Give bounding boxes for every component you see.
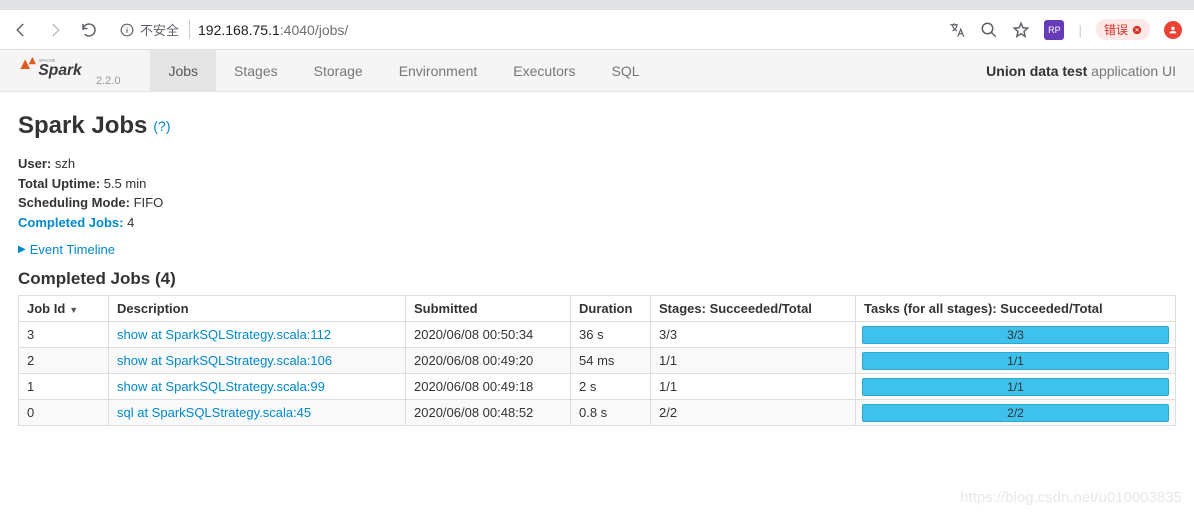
cell-stages: 1/1 xyxy=(651,348,856,374)
cell-submitted: 2020/06/08 00:49:18 xyxy=(406,374,571,400)
url-text: 192.168.75.1:4040/jobs/ xyxy=(198,22,348,38)
cell-stages: 3/3 xyxy=(651,322,856,348)
col-description[interactable]: Description xyxy=(109,296,406,322)
completed-jobs-heading: Completed Jobs (4) xyxy=(18,269,1176,289)
cell-job-id: 3 xyxy=(19,322,109,348)
cell-stages: 2/2 xyxy=(651,400,856,426)
help-link[interactable]: (?) xyxy=(153,118,170,134)
completed-jobs-table: Job Id▼ Description Submitted Duration S… xyxy=(18,295,1176,426)
cell-job-id: 0 xyxy=(19,400,109,426)
svg-text:APACHE: APACHE xyxy=(38,58,55,63)
col-stages[interactable]: Stages: Succeeded/Total xyxy=(651,296,856,322)
cell-duration: 0.8 s xyxy=(571,400,651,426)
cell-job-id: 2 xyxy=(19,348,109,374)
tasks-progress-bar: 1/1 xyxy=(862,378,1169,396)
bookmark-star-icon[interactable] xyxy=(1012,21,1030,39)
caret-right-icon: ▶ xyxy=(18,244,26,255)
translate-error-badge[interactable]: 错误 ✕ xyxy=(1096,19,1150,40)
cell-job-id: 1 xyxy=(19,374,109,400)
tab-storage[interactable]: Storage xyxy=(296,50,381,91)
forward-button[interactable] xyxy=(46,21,64,39)
tasks-progress-bar: 1/1 xyxy=(862,352,1169,370)
cell-submitted: 2020/06/08 00:50:34 xyxy=(406,322,571,348)
browser-tab-strip xyxy=(0,0,1194,10)
cell-stages: 1/1 xyxy=(651,374,856,400)
table-row: 1 show at SparkSQLStrategy.scala:99 2020/0… xyxy=(19,374,1176,400)
table-row: 2 show at SparkSQLStrategy.scala:106 2020/… xyxy=(19,348,1176,374)
job-description-link[interactable]: sql at SparkSQLStrategy.scala:45 xyxy=(117,405,311,420)
svg-text:Spark: Spark xyxy=(38,62,83,79)
col-tasks[interactable]: Tasks (for all stages): Succeeded/Total xyxy=(856,296,1176,322)
extension-badge[interactable]: RP xyxy=(1044,20,1064,40)
cell-submitted: 2020/06/08 00:48:52 xyxy=(406,400,571,426)
cell-duration: 36 s xyxy=(571,322,651,348)
insecure-label: 不安全 xyxy=(140,20,179,39)
address-bar[interactable]: 不安全 192.168.75.1:4040/jobs/ xyxy=(110,16,936,44)
app-title: Union data test application UI xyxy=(986,63,1176,79)
sort-desc-icon: ▼ xyxy=(69,305,78,315)
job-description-link[interactable]: show at SparkSQLStrategy.scala:99 xyxy=(117,379,325,394)
svg-text:✕: ✕ xyxy=(1135,28,1140,34)
spark-logo[interactable]: Spark APACHE 2.2.0 xyxy=(18,54,120,87)
spark-navbar: Spark APACHE 2.2.0 Jobs Stages Storage E… xyxy=(0,50,1194,92)
col-duration[interactable]: Duration xyxy=(571,296,651,322)
tab-environment[interactable]: Environment xyxy=(381,50,496,91)
tab-sql[interactable]: SQL xyxy=(594,50,658,91)
page-title: Spark Jobs (?) xyxy=(18,112,1176,140)
back-button[interactable] xyxy=(12,21,30,39)
tasks-progress-bar: 2/2 xyxy=(862,404,1169,422)
spark-tabs: Jobs Stages Storage Environment Executor… xyxy=(150,50,657,91)
spark-version: 2.2.0 xyxy=(96,75,120,87)
tasks-progress-bar: 3/3 xyxy=(862,326,1169,344)
job-description-link[interactable]: show at SparkSQLStrategy.scala:106 xyxy=(117,353,332,368)
watermark: https://blog.csdn.net/u010003835 xyxy=(960,489,1182,506)
event-timeline-toggle[interactable]: ▶ Event Timeline xyxy=(18,242,1176,257)
cell-duration: 2 s xyxy=(571,374,651,400)
col-job-id[interactable]: Job Id▼ xyxy=(19,296,109,322)
tab-stages[interactable]: Stages xyxy=(216,50,296,91)
cell-submitted: 2020/06/08 00:49:20 xyxy=(406,348,571,374)
translate-icon[interactable] xyxy=(948,21,966,39)
tab-executors[interactable]: Executors xyxy=(495,50,593,91)
info-icon xyxy=(120,23,134,37)
tab-jobs[interactable]: Jobs xyxy=(150,50,216,91)
table-row: 0 sql at SparkSQLStrategy.scala:45 2020/06… xyxy=(19,400,1176,426)
col-submitted[interactable]: Submitted xyxy=(406,296,571,322)
job-summary: User: szh Total Uptime: 5.5 min Scheduli… xyxy=(18,154,1176,232)
zoom-icon[interactable] xyxy=(980,21,998,39)
table-row: 3 show at SparkSQLStrategy.scala:112 2020/… xyxy=(19,322,1176,348)
reload-button[interactable] xyxy=(80,21,98,39)
completed-jobs-link[interactable]: Completed Jobs: xyxy=(18,215,123,230)
profile-avatar[interactable] xyxy=(1164,21,1182,39)
browser-toolbar: 不安全 192.168.75.1:4040/jobs/ RP | 错误 ✕ xyxy=(0,10,1194,50)
job-description-link[interactable]: show at SparkSQLStrategy.scala:112 xyxy=(117,327,331,342)
cell-duration: 54 ms xyxy=(571,348,651,374)
